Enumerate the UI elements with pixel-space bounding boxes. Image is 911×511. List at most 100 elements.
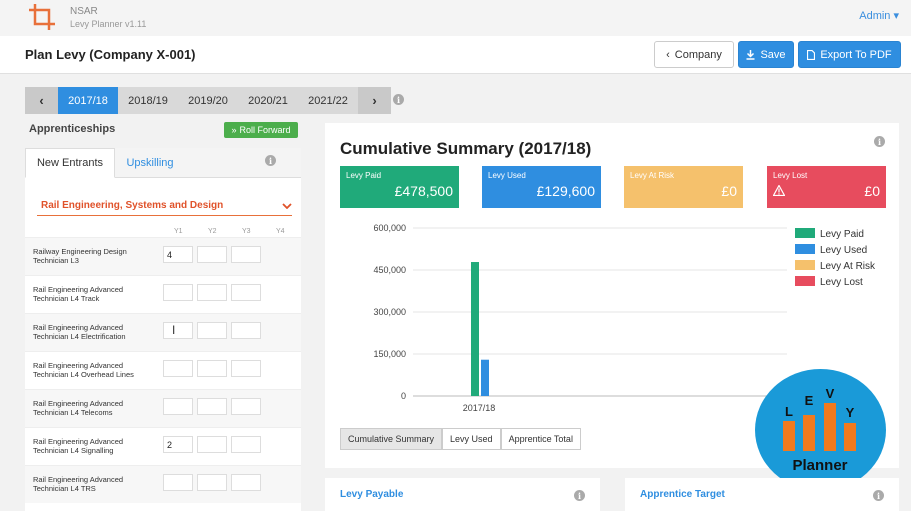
levy-used-card: Levy Used £129,600 [482,166,601,208]
y2-input[interactable] [197,474,227,491]
card-value: £0 [721,183,737,199]
legend-label: Levy At Risk [820,261,876,272]
year-tab-1[interactable]: 2017/18 [58,87,118,114]
legend-swatch [795,244,815,254]
admin-menu[interactable]: Admin ▾ [859,9,899,22]
tab-cumulative-summary[interactable]: Cumulative Summary [340,428,443,450]
levy-at-risk-card: Levy At Risk £0 [624,166,743,208]
category-selected: Rail Engineering, Systems and Design [41,200,224,211]
chart-tabs: Cumulative Summary Levy Used Apprentice … [340,428,581,450]
y3-input[interactable] [231,360,261,377]
levy-paid-card: Levy Paid £478,500 [340,166,459,208]
y2-input[interactable] [197,436,227,453]
year-tab-5[interactable]: 2021/22 [298,87,358,114]
y-tick-label: 300,000 [373,307,406,317]
card-label: Levy At Risk [630,171,675,180]
card-value: £478,500 [394,183,453,199]
company-button[interactable]: ‹ Company [654,41,734,68]
y-tick-label: 150,000 [373,349,406,359]
file-icon [807,49,816,60]
app-version: Levy Planner v1.11 [70,19,147,29]
warning-icon [773,185,785,196]
category-dropdown[interactable]: Rail Engineering, Systems and Design [37,196,292,216]
y3-input[interactable] [231,474,261,491]
y3-input[interactable] [231,246,261,263]
info-icon[interactable]: i [393,94,404,105]
y2-input[interactable] [197,284,227,301]
y3-input[interactable] [231,322,261,339]
y2-input[interactable] [197,322,227,339]
app-name: NSAR [70,6,98,17]
apprentice-target-title: Apprentice Target [640,489,725,500]
apprentice-target-panel: Apprentice Target i [625,478,899,511]
roll-forward-button[interactable]: » Roll Forward [224,122,298,138]
save-label: Save [760,48,786,61]
text-cursor-icon: I [172,323,176,337]
col-y4: Y4 [276,228,285,235]
y2-input[interactable] [197,360,227,377]
badge-letter: V [826,386,835,401]
export-pdf-button[interactable]: Export To PDF [798,41,901,68]
levy-planner-badge: L E V Y Planner [755,369,886,491]
table-row: Rail Engineering Advanced Technician L4 … [25,275,301,313]
legend-label: Levy Paid [820,229,864,240]
y1-input[interactable]: 4 [163,246,193,263]
year-prev-button[interactable]: ‹ [25,87,58,114]
tab-apprentice-total[interactable]: Apprentice Total [500,428,581,450]
year-tab-4[interactable]: 2020/21 [238,87,298,114]
table-row: Rail Engineering Advanced Technician L4 … [25,465,301,503]
badge-bar [844,423,856,451]
badge-bar [803,415,815,451]
card-label: Levy Lost [773,171,808,180]
y3-input[interactable] [231,284,261,301]
badge-bar [824,403,836,451]
export-label: Export To PDF [820,48,892,61]
levy-payable-title: Levy Payable [340,489,404,500]
y2-input[interactable] [197,398,227,415]
tab-levy-used[interactable]: Levy Used [442,428,501,450]
top-bar: NSAR Levy Planner v1.11 Admin ▾ [0,0,911,36]
y1-input[interactable]: 2 [163,436,193,453]
year-tab-2[interactable]: 2018/19 [118,87,178,114]
apprenticeship-tabs: New Entrants Upskilling [25,148,301,178]
download-icon [746,49,755,60]
info-icon[interactable]: i [574,490,585,501]
year-next-button[interactable]: › [358,87,391,114]
table-row: Rail Engineering Advanced Technician L4 … [25,313,301,351]
info-icon[interactable]: i [265,155,276,166]
save-button[interactable]: Save [738,41,794,68]
year-selector: ‹ 2017/18 2018/19 2019/20 2020/21 2021/2… [25,87,391,114]
row-label: Rail Engineering Advanced Technician L4 … [33,285,124,303]
year-tab-3[interactable]: 2019/20 [178,87,238,114]
row-label: Rail Engineering Advanced Technician L4 … [33,399,124,417]
crop-logo-icon [29,4,55,30]
y1-input[interactable] [163,398,193,415]
y2-input[interactable] [197,246,227,263]
levy-lost-card: Levy Lost £0 [767,166,886,208]
tab-upskilling[interactable]: Upskilling [115,148,185,178]
table-row: Railway Engineering Design Technician L3… [25,237,301,275]
y1-input[interactable] [163,474,193,491]
y1-input[interactable] [163,360,193,377]
y1-input[interactable] [163,284,193,301]
col-y2: Y2 [208,228,217,235]
page-title: Plan Levy (Company X-001) [25,47,196,62]
y3-input[interactable] [231,398,261,415]
levy-payable-panel: Levy Payable i [325,478,600,511]
row-label: Rail Engineering Advanced Technician L4 … [33,361,134,379]
col-y1: Y1 [174,228,183,235]
y1-input[interactable] [163,322,193,339]
card-label: Levy Used [488,171,526,180]
bar-levy-used [481,359,489,396]
legend-swatch [795,228,815,238]
badge-text: Planner [792,457,847,474]
row-label: Rail Engineering Advanced Technician L4 … [33,437,124,455]
tab-new-entrants[interactable]: New Entrants [25,148,115,178]
info-icon[interactable]: i [873,490,884,501]
apprenticeships-label: Apprenticeships [29,123,116,135]
badge-bar [783,421,795,451]
info-icon[interactable]: i [874,136,885,147]
y3-input[interactable] [231,436,261,453]
table-row: Rail Engineering Advanced Technician L4 … [25,389,301,427]
row-label: Rail Engineering Advanced Technician L4 … [33,323,126,341]
